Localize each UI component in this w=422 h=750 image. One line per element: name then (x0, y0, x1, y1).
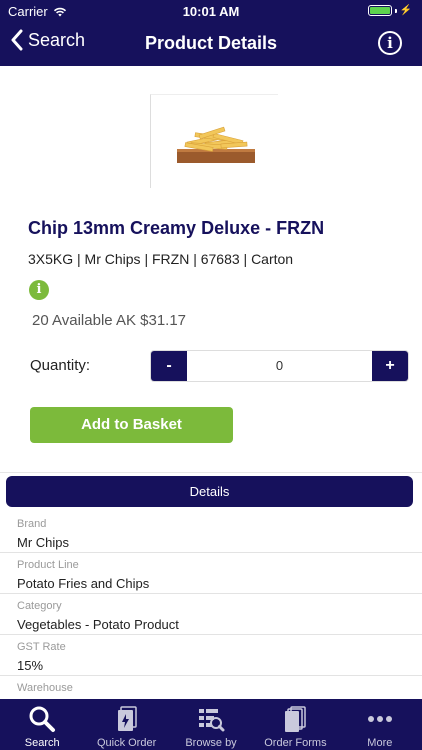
more-icon (367, 716, 392, 722)
detail-label: Warehouse (17, 682, 73, 694)
battery-icon: ⚡ (367, 5, 412, 16)
detail-label: GST Rate (17, 641, 66, 653)
detail-value: Potato Fries and Chips (17, 576, 150, 591)
status-bar: Carrier 10:01 AM ⚡ (0, 0, 422, 22)
tab-label: Quick Order (96, 737, 157, 749)
quantity-input[interactable]: 0 (187, 351, 372, 381)
detail-row-brand: Brand Mr Chips (0, 512, 422, 553)
detail-row-category: Category Vegetables - Potato Product (0, 594, 422, 635)
availability-text: 20 Available AK $31.17 (32, 312, 187, 329)
fries-board-image (177, 126, 255, 163)
info-button[interactable]: i (378, 31, 402, 55)
quantity-stepper: - 0 + (150, 350, 409, 382)
divider (0, 472, 422, 473)
add-to-basket-button[interactable]: Add to Basket (30, 407, 233, 443)
top-bar: Carrier 10:01 AM ⚡ Search Product Detail… (0, 0, 422, 66)
tab-label: Search (24, 737, 60, 749)
detail-row-product-line: Product Line Potato Fries and Chips (0, 553, 422, 594)
detail-value: Mr Chips (17, 535, 70, 550)
browse-icon (199, 709, 225, 732)
product-title: Chip 13mm Creamy Deluxe - FRZN (28, 218, 325, 238)
tab-order-forms[interactable]: Order Forms (253, 699, 337, 750)
nav-bar: Search Product Details i (0, 22, 422, 66)
tab-label: More (367, 737, 393, 749)
order-forms-icon (285, 706, 307, 732)
tab-label: Browse by (185, 737, 237, 749)
tab-quick-order[interactable]: Quick Order (84, 699, 168, 750)
tab-search[interactable]: Search (0, 699, 84, 750)
details-header[interactable]: Details (6, 476, 413, 507)
tab-label: Order Forms (264, 737, 327, 749)
tab-browse-by[interactable]: Browse by (169, 699, 253, 750)
decrement-button[interactable]: - (151, 351, 187, 381)
increment-button[interactable]: + (372, 351, 408, 381)
charging-icon: ⚡ (399, 5, 412, 16)
page-title: Product Details (144, 33, 278, 53)
tab-bar: Search Quick Order Browse by Order Forms (0, 699, 422, 750)
product-image (150, 94, 278, 188)
details-list: Brand Mr Chips Product Line Potato Fries… (0, 512, 422, 717)
detail-label: Brand (17, 518, 47, 530)
quantity-label: Quantity: (30, 357, 91, 374)
product-info-icon[interactable]: i (29, 280, 49, 300)
product-meta: 3X5KG | Mr Chips | FRZN | 67683 | Carton (28, 251, 294, 267)
detail-value: 15% (17, 658, 44, 673)
detail-row-gst-rate: GST Rate 15% (0, 635, 422, 676)
detail-label: Category (17, 600, 62, 612)
status-time: 10:01 AM (182, 4, 240, 19)
detail-value: Vegetables - Potato Product (17, 617, 179, 632)
tab-more[interactable]: More (338, 699, 422, 750)
detail-label: Product Line (17, 559, 79, 571)
search-icon (29, 706, 56, 732)
quick-order-icon (117, 706, 137, 731)
